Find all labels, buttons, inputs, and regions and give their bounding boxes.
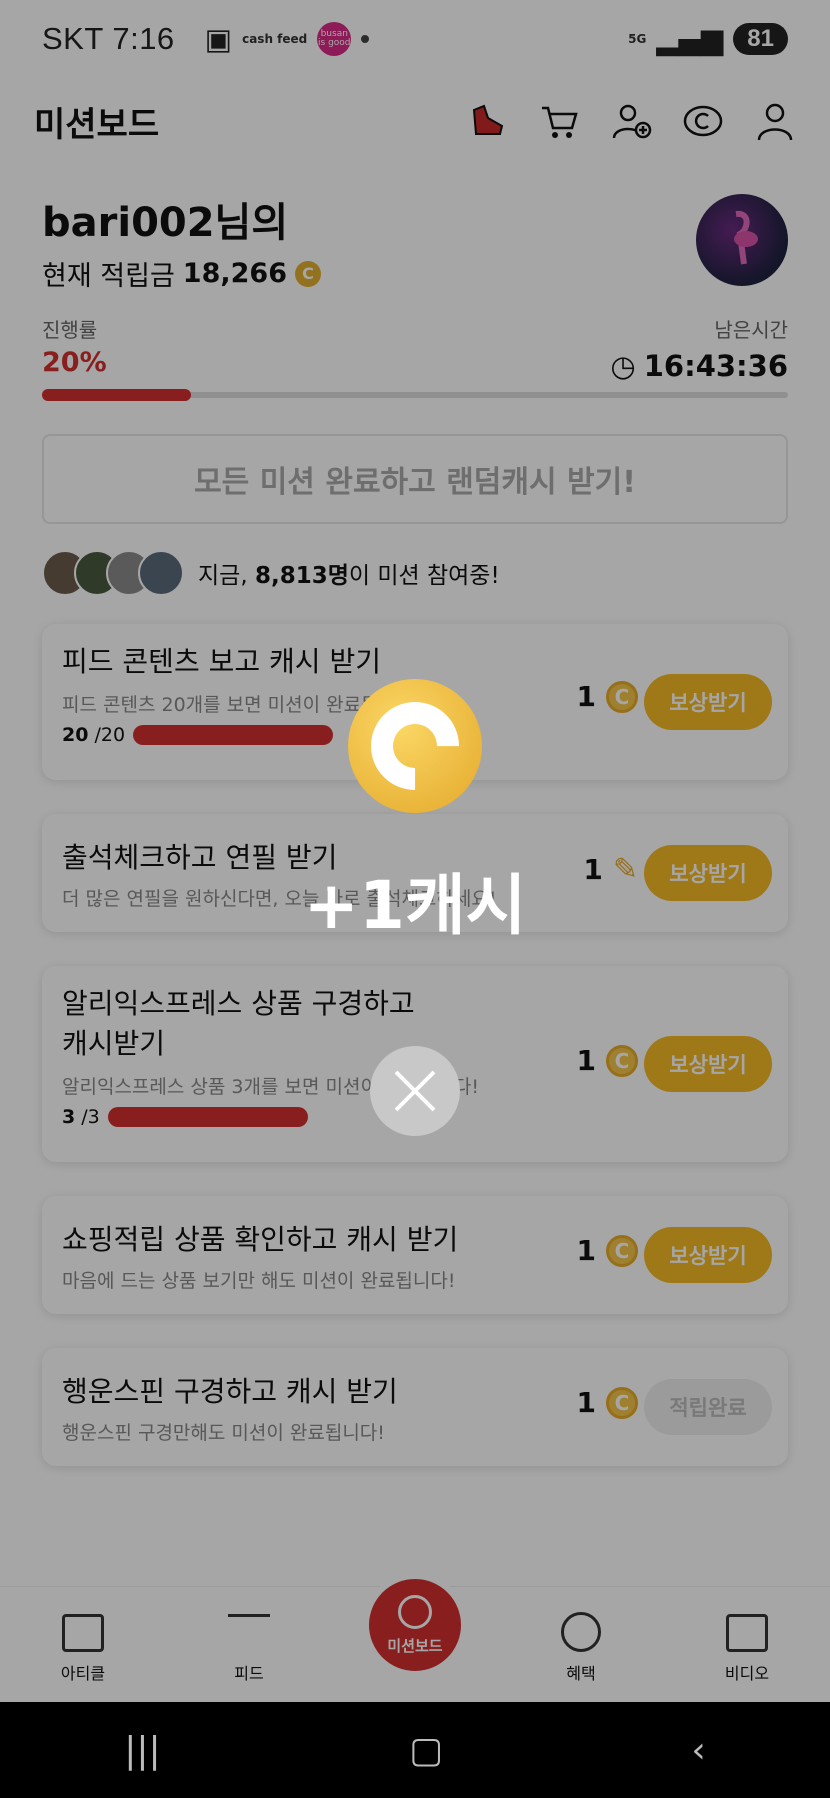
recent-apps-icon[interactable]: ||| (124, 1730, 160, 1771)
system-nav-bar: ||| ▢ ‹ (0, 1702, 830, 1798)
back-icon[interactable]: ‹ (691, 1730, 705, 1771)
close-icon[interactable] (370, 1046, 460, 1136)
reward-amount-text: +1캐시 (303, 867, 527, 944)
home-icon[interactable]: ▢ (409, 1730, 443, 1771)
reward-popup-overlay[interactable] (0, 0, 830, 1702)
coin-icon (348, 679, 482, 813)
